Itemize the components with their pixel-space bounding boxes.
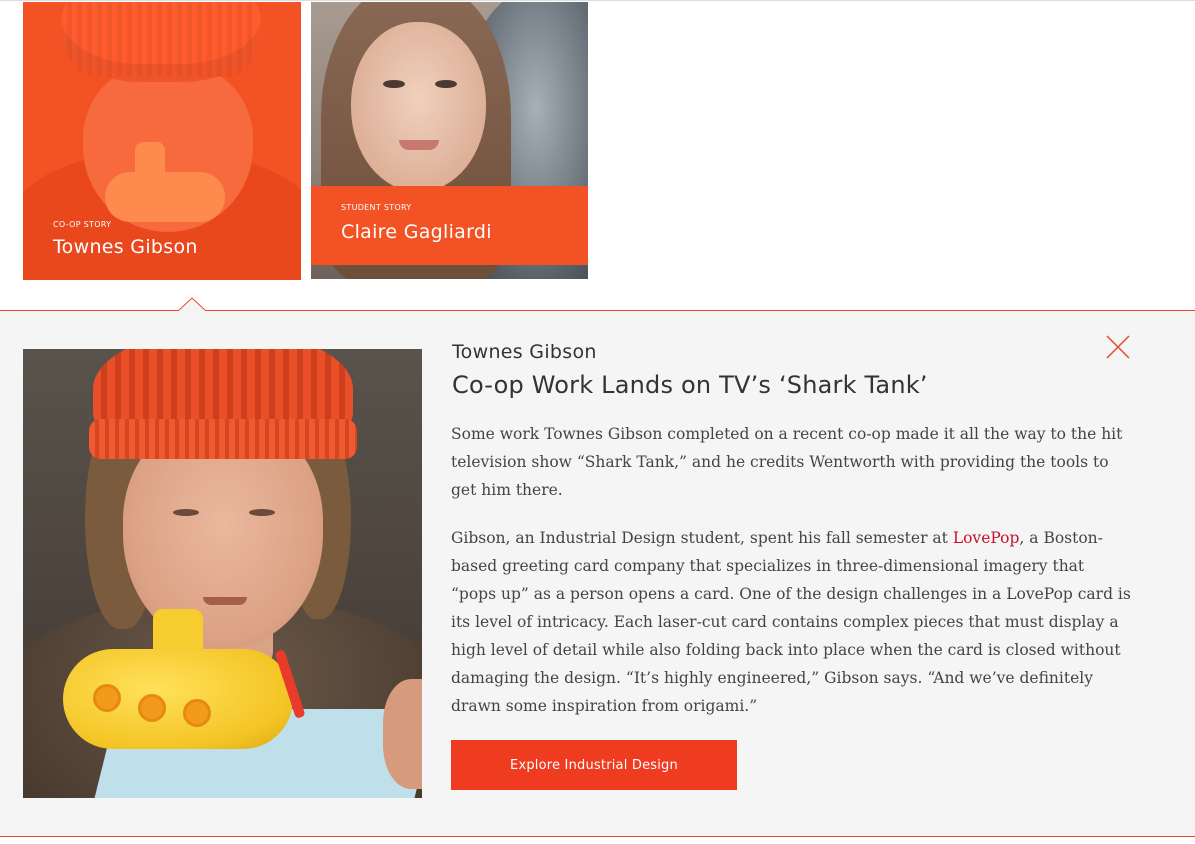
story-type: Co-op Story (53, 220, 112, 229)
explore-industrial-design-button[interactable]: Explore Industrial Design (451, 740, 737, 790)
caret-up-icon (178, 297, 206, 311)
top-divider (0, 0, 1195, 1)
close-icon[interactable] (1106, 335, 1130, 359)
detail-headline: Co-op Work Lands on TV’s ‘Shark Tank’ (452, 371, 928, 399)
paragraph-text: Gibson, an Industrial Design student, sp… (451, 529, 953, 547)
story-name: Townes Gibson (53, 236, 198, 258)
story-type: Student Story (341, 203, 412, 212)
story-card-claire-gagliardi[interactable]: Student Story Claire Gagliardi (311, 2, 588, 279)
story-detail-panel: Townes Gibson Co-op Work Lands on TV’s ‘… (0, 310, 1195, 837)
detail-person-name: Townes Gibson (452, 341, 597, 363)
story-card-label: Co-op Story Townes Gibson (23, 206, 301, 280)
paragraph-text: , a Boston-based greeting card company t… (451, 529, 1131, 715)
lovepop-link[interactable]: LovePop (953, 529, 1020, 547)
detail-paragraph: Gibson, an Industrial Design student, sp… (451, 524, 1131, 720)
detail-paragraph: Some work Townes Gibson completed on a r… (451, 425, 1123, 499)
story-detail-photo (23, 349, 422, 798)
story-name: Claire Gagliardi (341, 221, 492, 243)
story-card-townes-gibson[interactable]: Co-op Story Townes Gibson (23, 2, 301, 280)
story-card-label: Student Story Claire Gagliardi (311, 186, 588, 265)
